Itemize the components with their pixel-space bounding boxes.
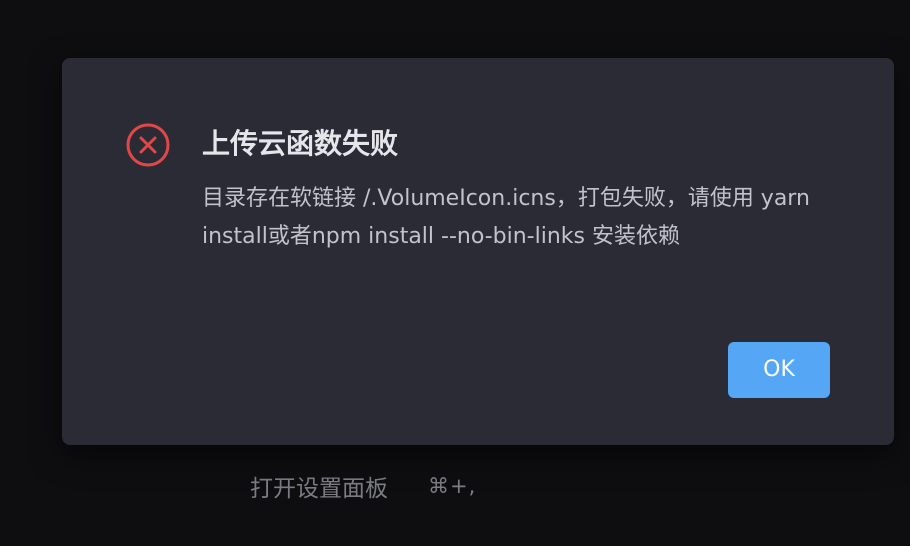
shortcut-keys: ⌘+,	[428, 474, 477, 498]
shortcut-label: 打开设置面板	[250, 476, 388, 502]
error-circle-x-icon	[126, 123, 170, 167]
shortcut-hint: 打开设置面板 ⌘+,	[250, 468, 476, 504]
ok-button[interactable]: OK	[728, 342, 830, 398]
error-dialog: 上传云函数失败 目录存在软链接 /.VolumeIcon.icns，打包失败，请…	[62, 58, 894, 445]
dialog-message: 目录存在软链接 /.VolumeIcon.icns，打包失败，请使用 yarn …	[202, 186, 810, 249]
dialog-title: 上传云函数失败	[202, 127, 399, 160]
